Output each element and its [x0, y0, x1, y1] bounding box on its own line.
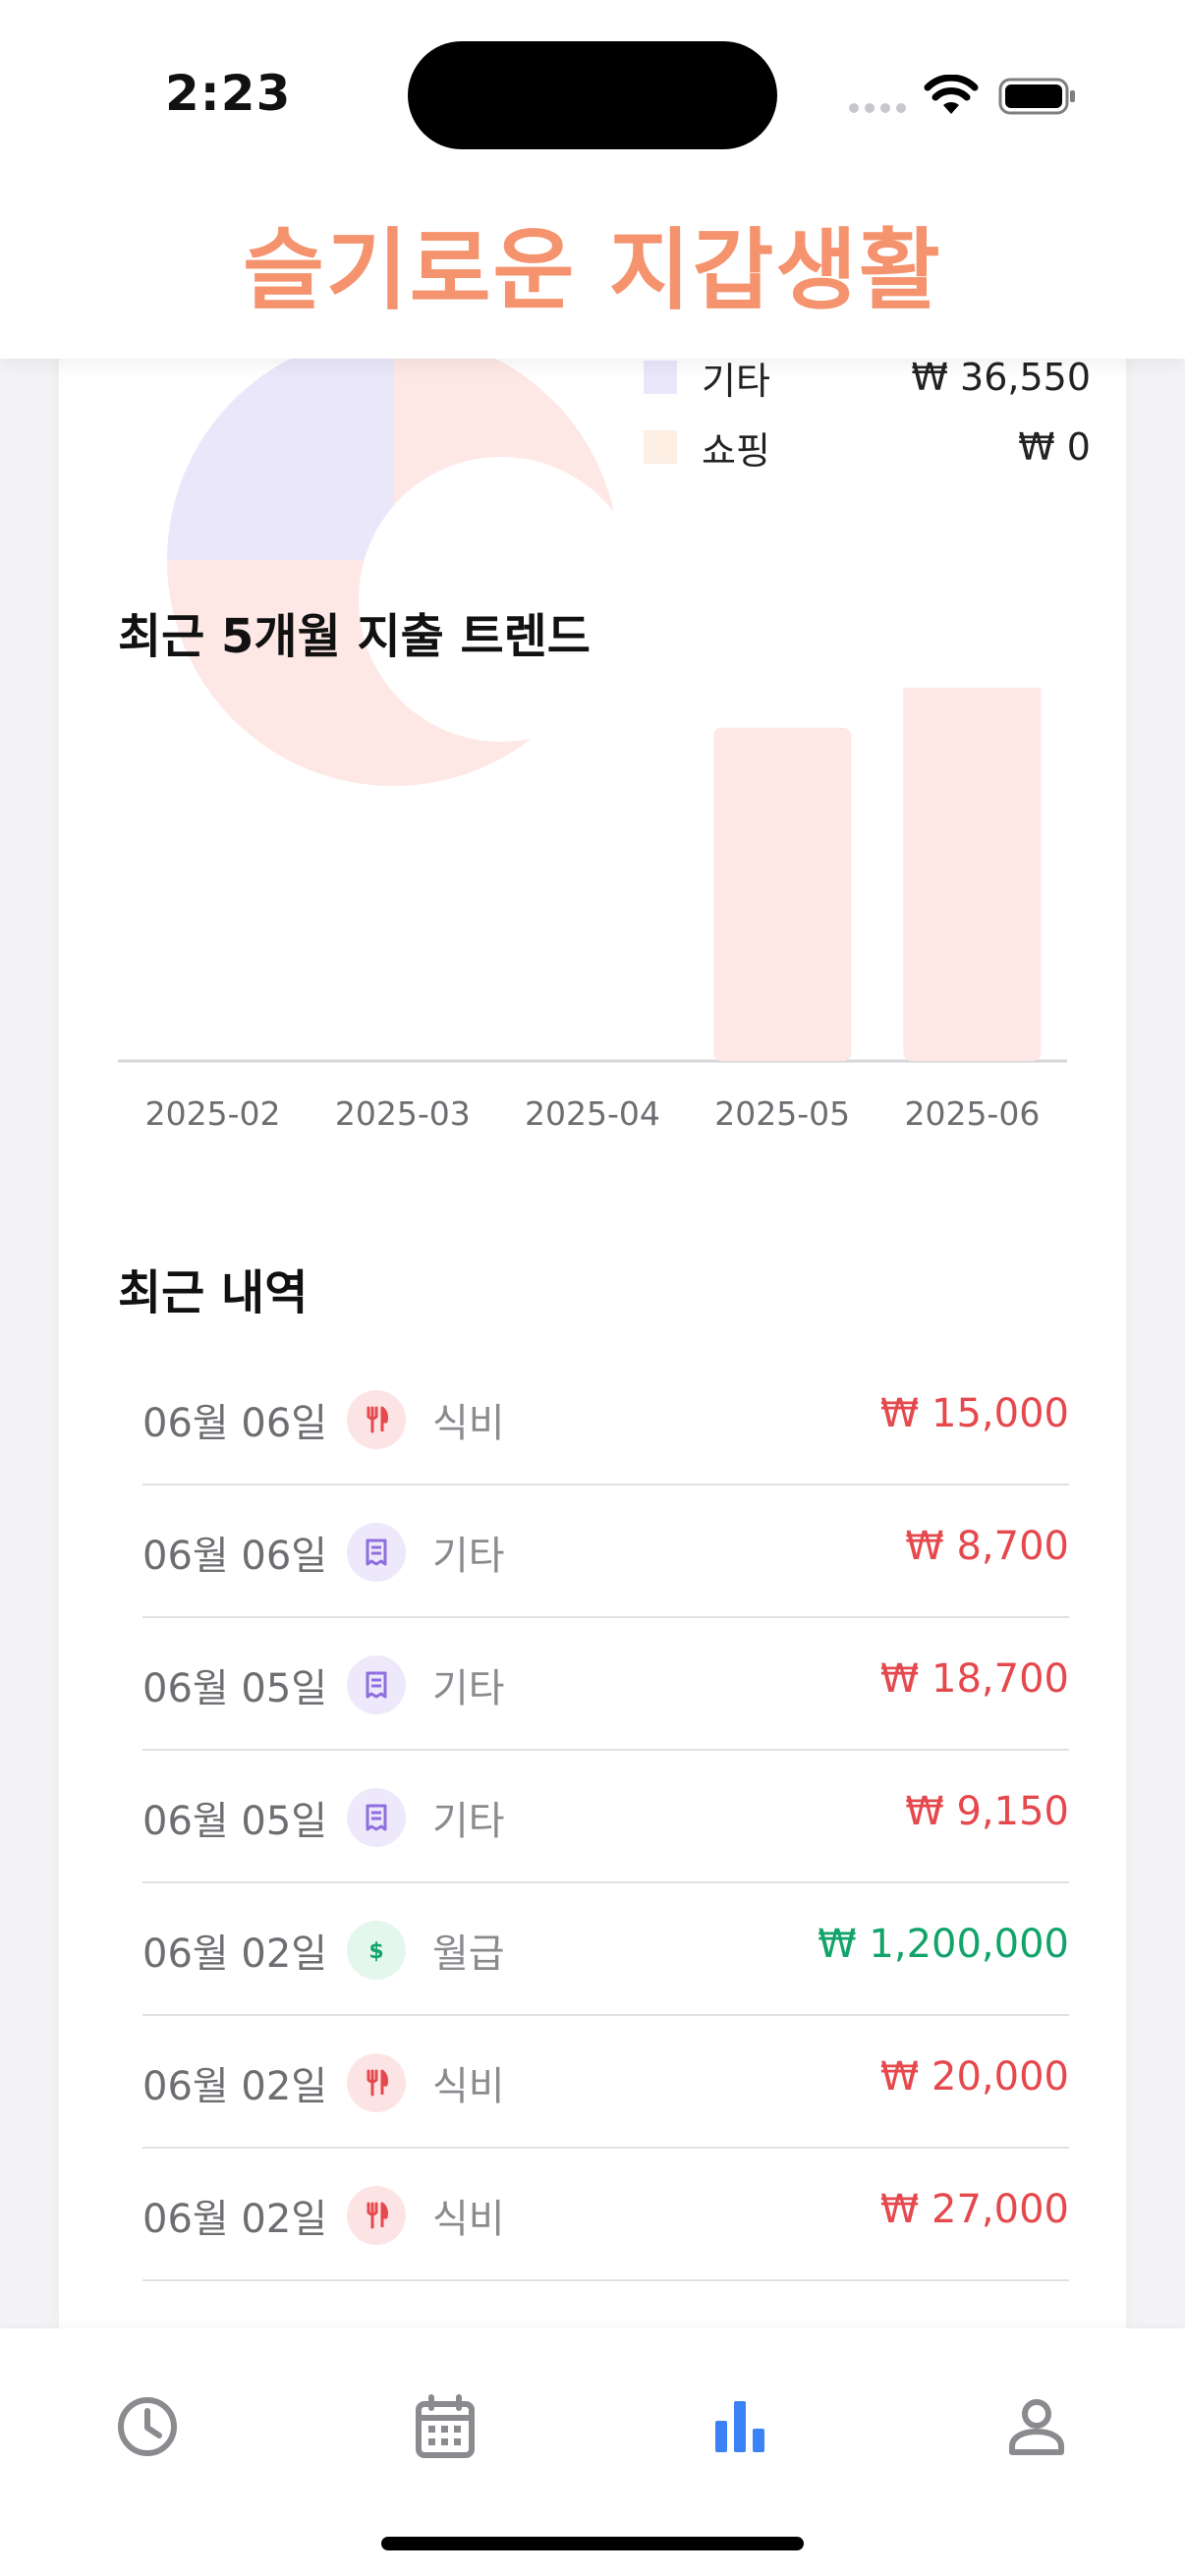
clock-icon [118, 2397, 177, 2456]
tab-calendar[interactable] [406, 2387, 484, 2466]
transaction-row[interactable]: 06월 06일 식비 ₩ 15,000 [142, 1354, 1069, 1485]
transaction-amount: ₩ 18,700 [879, 1656, 1069, 1702]
transaction-amount: ₩ 1,200,000 [818, 1922, 1069, 1967]
transaction-date: 06월 02일 [142, 2197, 328, 2242]
wifi-icon [924, 75, 979, 114]
transaction-row[interactable]: 06월 02일 식비 ₩ 20,000 [142, 2017, 1069, 2149]
transaction-date: 06월 05일 [142, 1799, 328, 1844]
fork-knife-icon [347, 2186, 406, 2245]
tab-profile[interactable] [997, 2387, 1076, 2466]
x-tick-label: 2025-02 [145, 1094, 281, 1133]
legend-label: 쇼핑 [702, 428, 770, 473]
cellular-signal-icon [849, 103, 906, 113]
fork-knife-icon [347, 2053, 406, 2112]
transaction-date: 06월 06일 [142, 1401, 328, 1446]
fork-knife-icon [347, 1390, 406, 1449]
trend-title: 최근 5개월 지출 트렌드 [118, 609, 591, 664]
x-tick-label: 2025-04 [525, 1094, 660, 1133]
stats-card: 기타 ₩ 36,550 쇼핑 ₩ 0 최근 5개월 지출 트렌드 2025-02… [59, 295, 1126, 2328]
person-icon [1009, 2399, 1064, 2455]
transaction-category: 기타 [432, 1534, 505, 1579]
receipt-icon [347, 1655, 406, 1714]
recent-title: 최근 내역 [118, 1265, 309, 1320]
transaction-category: 월급 [432, 1932, 505, 1977]
transaction-amount: ₩ 27,000 [879, 2187, 1069, 2232]
x-tick-label: 2025-03 [335, 1094, 471, 1133]
transaction-category: 식비 [432, 1401, 505, 1446]
trend-bar-2025-06 [903, 688, 1042, 1061]
dynamic-island [408, 41, 777, 149]
battery-icon [998, 78, 1075, 115]
calendar-icon [416, 2394, 475, 2458]
transaction-date: 06월 05일 [142, 1666, 328, 1711]
home-indicator [381, 2537, 804, 2550]
receipt-icon [347, 1788, 406, 1847]
transaction-category: 식비 [432, 2064, 505, 2109]
status-bar: 2:23 [0, 0, 1185, 187]
transaction-amount: ₩ 9,150 [905, 1789, 1069, 1834]
transaction-category: 식비 [432, 2197, 505, 2242]
transaction-date: 06월 06일 [142, 1534, 328, 1579]
legend-swatch [644, 430, 677, 464]
transaction-category: 기타 [432, 1799, 505, 1844]
transaction-date: 06월 02일 [142, 2064, 328, 2109]
receipt-icon [347, 1523, 406, 1582]
bar-chart-icon [715, 2401, 764, 2452]
transaction-row[interactable]: 06월 06일 기타 ₩ 8,700 [142, 1486, 1069, 1618]
transaction-row[interactable]: 06월 02일 식비 ₩ 27,000 [142, 2150, 1069, 2281]
trend-bar-chart: 2025-02 2025-03 2025-04 2025-05 2025-06 [118, 688, 1067, 1140]
transaction-amount: ₩ 15,000 [879, 1391, 1069, 1436]
x-tick-label: 2025-05 [714, 1094, 850, 1133]
transaction-row[interactable]: 06월 02일 $ 월급 ₩ 1,200,000 [142, 1884, 1069, 2016]
x-tick-label: 2025-06 [904, 1094, 1040, 1133]
legend-item-shopping: 쇼핑 ₩ 0 [644, 418, 1091, 476]
transaction-amount: ₩ 20,000 [879, 2054, 1069, 2100]
legend-swatch [644, 361, 677, 394]
legend-value: ₩ 0 [1018, 425, 1091, 469]
app-title: 슬기로운 지갑생활 [243, 219, 942, 322]
app-header: 슬기로운 지갑생활 [0, 187, 1185, 359]
transaction-row[interactable]: 06월 05일 기타 ₩ 18,700 [142, 1619, 1069, 1751]
transaction-row[interactable]: 06월 05일 기타 ₩ 9,150 [142, 1752, 1069, 1883]
trend-chart-svg: 2025-02 2025-03 2025-04 2025-05 2025-06 [118, 688, 1067, 1133]
tab-history[interactable] [108, 2387, 187, 2466]
transaction-date: 06월 02일 [142, 1932, 328, 1977]
dollar-icon: $ [347, 1921, 406, 1980]
transaction-amount: ₩ 8,700 [905, 1524, 1069, 1569]
transaction-category: 기타 [432, 1666, 505, 1711]
svg-text:$: $ [368, 1939, 383, 1964]
legend-value: ₩ 36,550 [911, 356, 1091, 399]
tab-statistics[interactable] [701, 2387, 779, 2466]
trend-bar-2025-05 [713, 727, 852, 1061]
status-time: 2:23 [165, 65, 292, 122]
